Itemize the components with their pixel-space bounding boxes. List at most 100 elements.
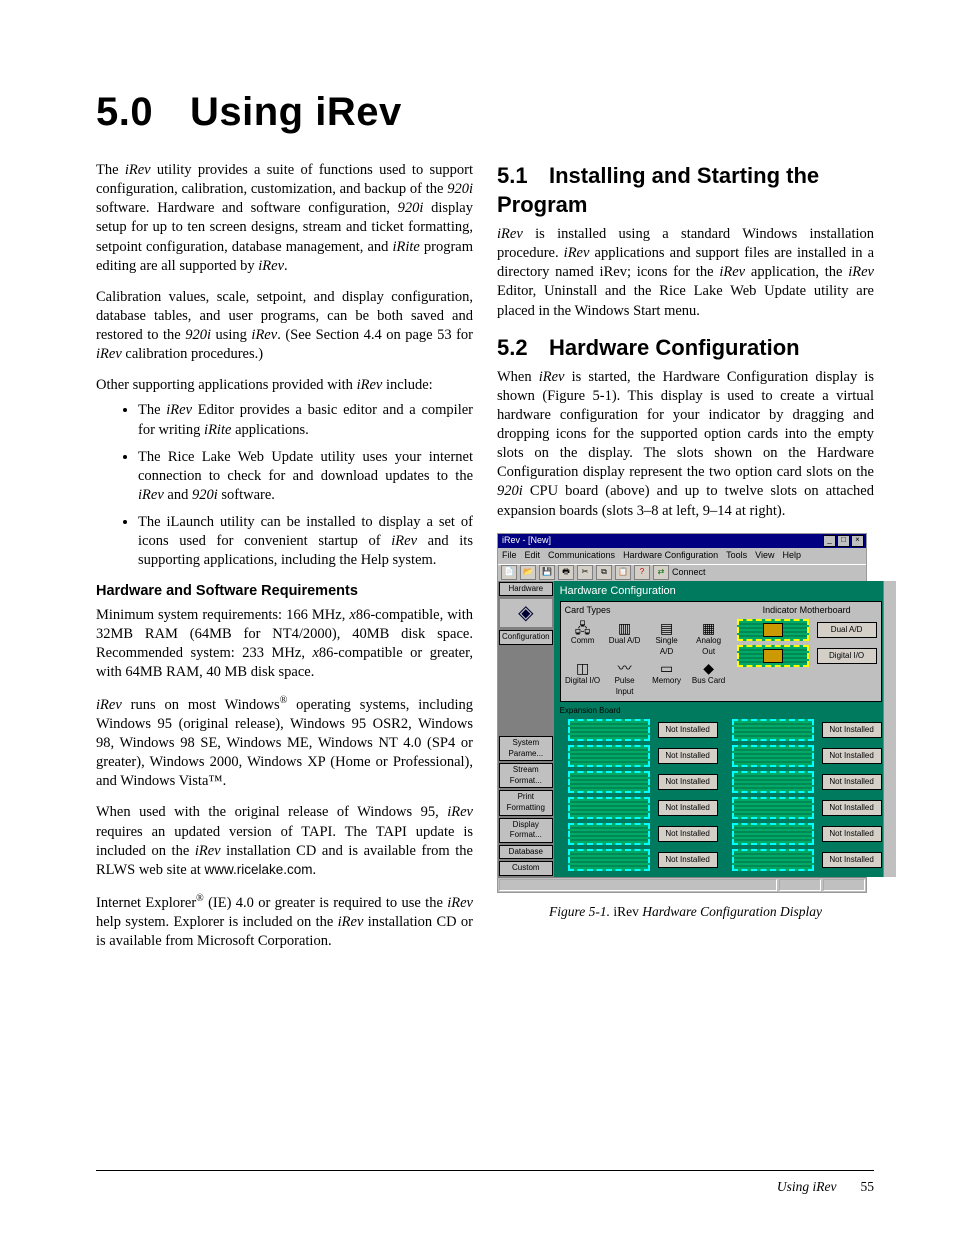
sidebar-tab[interactable]: System Parame... — [499, 736, 553, 761]
expansion-slot[interactable]: Not Installed — [568, 823, 718, 845]
footer-rule — [96, 1170, 874, 1171]
motherboard-slot[interactable]: Dual A/D — [737, 619, 877, 641]
menu-item[interactable]: Communications — [548, 550, 615, 562]
new-icon[interactable]: 📄 — [501, 565, 517, 580]
hw-para-4: Internet Explorer® (IE) 4.0 or greater i… — [96, 892, 473, 951]
section-5-2-para: When iRev is started, the Hardware Confi… — [497, 368, 874, 521]
memory-icon: ▭ — [649, 660, 685, 676]
pulse-input-icon: 〰 — [607, 660, 643, 676]
expansion-slot[interactable]: Not Installed — [568, 719, 718, 741]
copy-icon[interactable]: ⧉ — [596, 565, 612, 580]
card-type[interactable]: 〰Pulse Input — [607, 660, 643, 697]
chip-icon — [763, 623, 783, 637]
open-icon[interactable]: 📂 — [520, 565, 536, 580]
section-5-1-heading: 5.1Installing and Starting the Program — [497, 161, 874, 219]
cut-icon[interactable]: ✂ — [577, 565, 593, 580]
menu-item[interactable]: Edit — [525, 550, 541, 562]
window-title: iRev - [New] — [502, 535, 551, 547]
digital-io-icon: ◫ — [565, 660, 601, 676]
sidebar-tab[interactable]: Display Format... — [499, 818, 553, 843]
maximize-icon[interactable]: □ — [837, 535, 850, 547]
expansion-slot[interactable]: Not Installed — [732, 771, 882, 793]
footer-title: Using iRev — [777, 1179, 837, 1194]
motherboard-title: Indicator Motherboard — [737, 605, 877, 617]
expansion-slot[interactable]: Not Installed — [732, 745, 882, 767]
card-type[interactable]: ▦Analog Out — [691, 620, 727, 657]
connect-icon[interactable]: ⇄ — [653, 565, 669, 580]
close-icon[interactable]: × — [851, 535, 864, 547]
card-type[interactable]: ◫Digital I/O — [565, 660, 601, 697]
save-icon[interactable]: 💾 — [539, 565, 555, 580]
hw-para-1: Minimum system requirements: 166 MHz, x8… — [96, 606, 473, 683]
card-type[interactable]: ▥Dual A/D — [607, 620, 643, 657]
section-5-2-heading: 5.2Hardware Configuration — [497, 333, 874, 362]
menu-item[interactable]: Tools — [726, 550, 747, 562]
single-ad-icon: ▤ — [649, 620, 685, 636]
card-type[interactable]: 🖧Comm — [565, 620, 601, 657]
card-type[interactable]: ◆Bus Card — [691, 660, 727, 697]
menu-item[interactable]: File — [502, 550, 517, 562]
chapter-title: 5.0Using iRev — [96, 90, 874, 135]
minimize-icon[interactable]: _ — [823, 535, 836, 547]
intro-para-3: Other supporting applications provided w… — [96, 376, 473, 395]
expansion-slot[interactable]: Not Installed — [568, 849, 718, 871]
expansion-slot[interactable]: Not Installed — [732, 797, 882, 819]
hw-para-3: When used with the original release of W… — [96, 803, 473, 880]
expansion-slot[interactable]: Not Installed — [568, 745, 718, 767]
paste-icon[interactable]: 📋 — [615, 565, 631, 580]
hw-requirements-heading: Hardware and Software Requirements — [96, 582, 473, 601]
analog-out-icon: ▦ — [691, 620, 727, 636]
section-5-1-para: iRev is installed using a standard Windo… — [497, 225, 874, 321]
connect-label[interactable]: Connect — [672, 567, 706, 579]
right-column: 5.1Installing and Starting the Program i… — [497, 161, 874, 963]
left-column: The iRev utility provides a suite of fun… — [96, 161, 473, 963]
cardtypes-panel: Card Types 🖧Comm ▥Dual A/D ▤Single A/D ▦… — [560, 601, 882, 702]
hardware-icon[interactable]: ◈ — [499, 598, 553, 628]
expansion-slot[interactable]: Not Installed — [732, 719, 882, 741]
list-item: The iLaunch utility can be installed to … — [138, 513, 473, 570]
card-type[interactable]: ▭Memory — [649, 660, 685, 697]
status-bar — [498, 877, 866, 892]
page-number: 55 — [861, 1179, 875, 1194]
feature-list: The iRev Editor provides a basic editor … — [96, 401, 473, 570]
print-icon[interactable]: 🖶 — [558, 565, 574, 580]
slot-button[interactable]: Digital I/O — [817, 648, 877, 664]
sidebar-tab[interactable]: Database — [499, 845, 553, 860]
list-item: The Rice Lake Web Update utility uses yo… — [138, 448, 473, 505]
menu-item[interactable]: Hardware Configuration — [623, 550, 718, 562]
window-titlebar: iRev - [New] _ □ × — [498, 534, 866, 548]
page-footer: Using iRev 55 — [777, 1179, 874, 1195]
intro-para-1: The iRev utility provides a suite of fun… — [96, 161, 473, 276]
toolbar: 📄 📂 💾 🖶 ✂ ⧉ 📋 ? ⇄ Connect — [498, 564, 866, 581]
expansion-title: Expansion Board — [560, 706, 896, 717]
panel-title: Hardware Configuration — [554, 581, 896, 602]
menu-item[interactable]: View — [755, 550, 774, 562]
expansion-slot[interactable]: Not Installed — [732, 823, 882, 845]
chapter-number: 5.0 — [96, 90, 190, 135]
help-icon[interactable]: ? — [634, 565, 650, 580]
sidebar-tab-configuration[interactable]: Configuration — [499, 630, 553, 645]
intro-para-2: Calibration values, scale, setpoint, and… — [96, 288, 473, 365]
expansion-slot[interactable]: Not Installed — [732, 849, 882, 871]
screenshot-window: iRev - [New] _ □ × File Edit Communicati… — [497, 533, 867, 893]
figure-caption: Figure 5-1. iRev Hardware Configuration … — [497, 903, 874, 921]
sidebar-tab-hardware[interactable]: Hardware — [499, 582, 553, 597]
slot-button[interactable]: Dual A/D — [817, 622, 877, 638]
sidebar-tab[interactable]: Stream Format... — [499, 763, 553, 788]
hw-para-2: iRev runs on most Windows® operating sys… — [96, 694, 473, 791]
chip-icon — [763, 649, 783, 663]
menubar: File Edit Communications Hardware Config… — [498, 548, 866, 564]
expansion-slot[interactable]: Not Installed — [568, 771, 718, 793]
menu-item[interactable]: Help — [783, 550, 802, 562]
main-panel: Hardware Configuration Card Types 🖧Comm … — [554, 581, 896, 877]
cardtypes-title: Card Types — [565, 605, 727, 617]
sidebar-tab[interactable]: Print Formatting — [499, 790, 553, 815]
card-type[interactable]: ▤Single A/D — [649, 620, 685, 657]
expansion-grid: Not Installed Not Installed Not Installe… — [554, 719, 896, 873]
motherboard-slot[interactable]: Digital I/O — [737, 645, 877, 667]
scrollbar[interactable] — [883, 581, 896, 877]
sidebar-tab[interactable]: Custom — [499, 861, 553, 876]
dual-ad-icon: ▥ — [607, 620, 643, 636]
sidebar: Hardware ◈ Configuration System Parame..… — [498, 581, 554, 877]
expansion-slot[interactable]: Not Installed — [568, 797, 718, 819]
